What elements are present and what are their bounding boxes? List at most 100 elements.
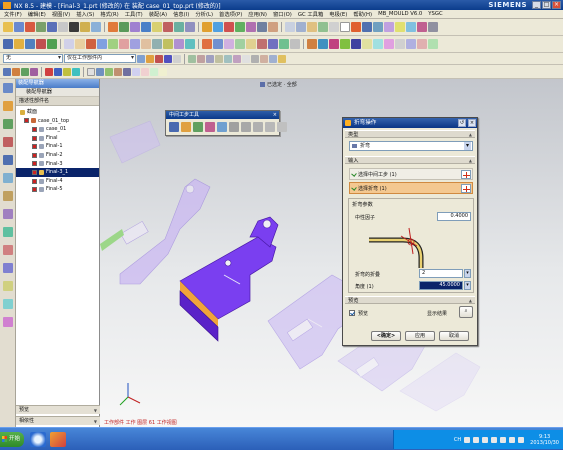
scrap-design-icon[interactable]: [340, 39, 350, 49]
pierce-insert-icon[interactable]: [384, 39, 394, 49]
die-tool-2-icon[interactable]: [241, 122, 251, 132]
angle-options-icon[interactable]: ▾: [464, 281, 471, 290]
visibility-checkbox[interactable]: [32, 161, 37, 167]
analysis-icon[interactable]: [395, 22, 405, 32]
unbend-icon[interactable]: [235, 39, 245, 49]
menu-ysgc[interactable]: YSGC: [426, 11, 444, 17]
tree-item-final-1[interactable]: Final-1: [16, 142, 99, 151]
blank-icon[interactable]: [340, 22, 350, 32]
close-button[interactable]: ×: [552, 1, 561, 9]
tray-icon[interactable]: [464, 436, 471, 443]
wireframe-icon[interactable]: [141, 67, 149, 76]
delete-icon[interactable]: [86, 39, 96, 49]
circle-icon[interactable]: [58, 22, 68, 32]
menu-assemblies[interactable]: 装配(A): [147, 10, 169, 18]
face-rule-icon[interactable]: [164, 54, 172, 63]
menu-information[interactable]: 信息(I): [171, 10, 191, 18]
move-object-icon[interactable]: [108, 39, 118, 49]
menu-format[interactable]: 格式(R): [98, 10, 120, 18]
gusset-icon[interactable]: [290, 39, 300, 49]
mould-icon[interactable]: [417, 22, 427, 32]
point-on-face-icon[interactable]: [260, 54, 268, 63]
bend-icon[interactable]: [224, 39, 234, 49]
shaded-icon[interactable]: [132, 67, 140, 76]
show-hide-icon[interactable]: [45, 67, 53, 76]
volume-icon[interactable]: [509, 436, 516, 443]
visibility-checkbox[interactable]: [32, 135, 37, 141]
menu-view[interactable]: 视图(V): [50, 10, 72, 18]
hide-icon[interactable]: [72, 67, 80, 76]
menu-insert[interactable]: 插入(S): [74, 10, 96, 18]
language-indicator[interactable]: CH: [454, 437, 461, 443]
redo-icon[interactable]: [47, 39, 57, 49]
preview-section-header[interactable]: 预览: [345, 296, 475, 305]
tree-item-final-3-1[interactable]: Final-3_1: [16, 168, 99, 177]
unite-icon[interactable]: [246, 22, 256, 32]
render-style-icon[interactable]: [329, 22, 339, 32]
visibility-checkbox[interactable]: [32, 187, 37, 193]
show-all-icon[interactable]: [63, 67, 71, 76]
isometric-view-icon[interactable]: [123, 67, 131, 76]
point-icon[interactable]: [224, 22, 234, 32]
work-layer-icon[interactable]: [12, 67, 20, 76]
mid-point-icon[interactable]: [197, 54, 205, 63]
undo-icon[interactable]: [36, 39, 46, 49]
visibility-checkbox[interactable]: [32, 169, 37, 175]
intersection-icon[interactable]: [215, 54, 223, 63]
assembly-icon[interactable]: [406, 22, 416, 32]
tree-item-final-4[interactable]: Final-4: [16, 177, 99, 186]
visibility-checkbox[interactable]: [24, 118, 29, 124]
bead-icon[interactable]: [279, 39, 289, 49]
clock[interactable]: 9:13 2013/10/30: [530, 434, 559, 446]
wcs-icon[interactable]: [278, 54, 286, 63]
tray-icon[interactable]: [500, 436, 507, 443]
apply-button[interactable]: 应用: [405, 331, 435, 341]
boss-icon[interactable]: [141, 22, 151, 32]
assembly-navigator-icon[interactable]: [3, 83, 13, 93]
bend-operation-icon[interactable]: [181, 122, 191, 132]
tree-item-case-01-top[interactable]: case_01_top: [16, 117, 99, 126]
visibility-checkbox[interactable]: [32, 144, 37, 150]
top-view-icon[interactable]: [96, 67, 104, 76]
die-tool-3-icon[interactable]: [253, 122, 263, 132]
preview-section[interactable]: 预览: [16, 405, 100, 415]
layer-icon[interactable]: [373, 22, 383, 32]
menu-edit[interactable]: 编辑(E): [26, 10, 48, 18]
navigator-column-header[interactable]: 描述性部件名: [16, 97, 99, 106]
replace-face-icon[interactable]: [152, 39, 162, 49]
select-bend-row[interactable]: 选择折弯 (1): [349, 182, 473, 194]
offset-face-icon[interactable]: [141, 39, 151, 49]
tree-item-final[interactable]: Final: [16, 134, 99, 143]
select-target-icon[interactable]: [461, 170, 471, 179]
tray-icon[interactable]: [482, 436, 489, 443]
menu-file[interactable]: 文件(F): [2, 10, 24, 18]
front-view-icon[interactable]: [105, 67, 113, 76]
reuse-library-icon[interactable]: [3, 137, 13, 147]
visibility-checkbox[interactable]: [32, 152, 37, 158]
menu-mb-mould[interactable]: MB_MOULD V6.0: [376, 11, 424, 17]
type-filter-dropdown[interactable]: 无: [3, 54, 63, 63]
rotate-view-icon[interactable]: [307, 22, 317, 32]
tree-item-section[interactable]: 截面: [16, 108, 99, 117]
unbend-operation-icon[interactable]: [193, 122, 203, 132]
insert-group-icon[interactable]: [373, 39, 383, 49]
control-point-icon[interactable]: [206, 54, 214, 63]
die-design-icon[interactable]: [307, 39, 317, 49]
neutral-factor-input[interactable]: 0.4000: [437, 212, 471, 221]
die-tool-5-icon[interactable]: [277, 122, 287, 132]
shell-icon[interactable]: [174, 22, 184, 32]
trimetric-view-icon[interactable]: [87, 67, 95, 76]
sheet-metal-icon[interactable]: [202, 39, 212, 49]
section-view-icon[interactable]: [362, 22, 372, 32]
bend-method-arrow-icon[interactable]: ▾: [464, 269, 471, 278]
standard-parts-icon[interactable]: [362, 39, 372, 49]
menu-help[interactable]: 帮助(H): [351, 10, 374, 18]
blank-layout-icon[interactable]: [329, 39, 339, 49]
bounded-grid-icon[interactable]: [269, 54, 277, 63]
visibility-checkbox[interactable]: [32, 126, 37, 132]
dependencies-section[interactable]: 相依性: [16, 416, 100, 426]
ok-button[interactable]: <确定>: [371, 331, 401, 341]
quick-pick-icon[interactable]: [155, 54, 163, 63]
polygon-icon[interactable]: [47, 22, 57, 32]
select-intermediate-step-row[interactable]: 选择中间工步 (1): [349, 168, 473, 180]
